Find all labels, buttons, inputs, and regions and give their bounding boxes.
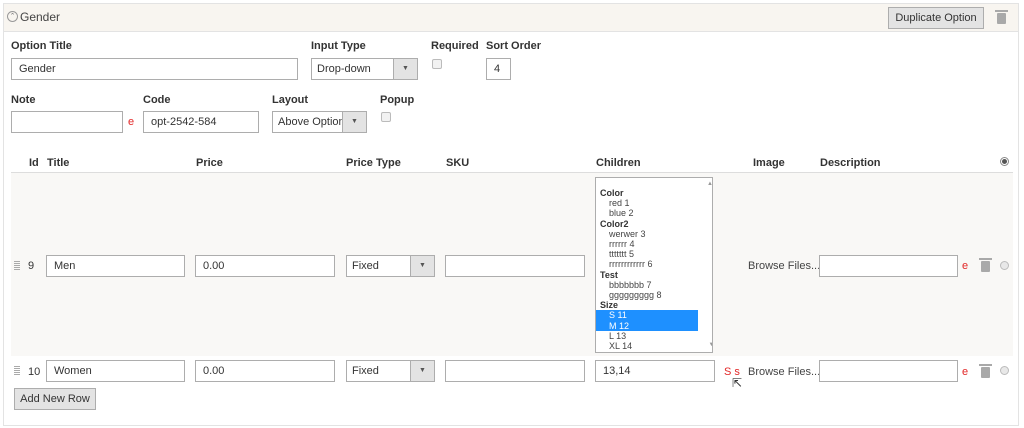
option-title-input[interactable]: Gender [11,58,298,80]
default-radio-header[interactable] [1000,157,1009,166]
code-input[interactable]: opt-2542-584 [143,111,259,133]
col-children: Children [596,157,641,169]
col-title: Title [47,157,70,169]
sort-order-input[interactable]: 4 [486,58,511,80]
group-color: Color [600,188,624,198]
delete-option-icon[interactable] [995,10,1008,24]
price-type-value: Fixed [352,365,379,377]
col-id: Id [29,157,39,169]
input-type-value: Drop-down [317,63,371,75]
child-option[interactable]: rrrrrrrrrrrr 6 [596,259,712,269]
child-option[interactable]: blue 2 [596,208,712,218]
row-sku-input[interactable] [445,255,585,277]
popup-checkbox[interactable] [381,112,391,122]
row-title-input[interactable]: Men [46,255,185,277]
layout-label: Layout [272,94,309,106]
row-price-input[interactable]: 0.00 [195,255,335,277]
child-option[interactable]: L 13 [596,331,712,341]
default-radio[interactable] [1000,261,1009,270]
group-size: Size [600,300,619,311]
required-checkbox[interactable] [432,59,442,69]
row-children-input[interactable]: 13,14 [595,360,715,382]
input-type-select[interactable]: Drop-down ▼ [311,58,418,80]
child-option-selected[interactable]: M 12 [596,320,698,331]
child-option[interactable]: rrrrrr 4 [596,239,712,249]
note-editor-link[interactable]: e [128,116,134,128]
option-title-label: Option Title [11,40,72,52]
listbox-scrollbar[interactable]: ▲▼ [699,178,712,352]
delete-row-icon[interactable] [979,258,992,272]
col-price-type: Price Type [346,157,401,169]
drag-handle-icon[interactable] [14,366,20,375]
layout-select[interactable]: Above Option ▼ [272,111,367,133]
chevron-down-icon: ▼ [342,112,366,132]
required-label: Required [431,40,479,52]
chevron-down-icon: ▼ [410,361,434,381]
note-label: Note [11,94,36,106]
collapse-icon[interactable]: ⌃ [7,11,18,22]
row-id: 9 [28,260,35,272]
row-price-type-select[interactable]: Fixed ▼ [346,360,435,382]
default-radio[interactable] [1000,366,1009,375]
drag-handle-icon[interactable] [14,261,20,270]
code-label: Code [143,94,171,106]
popup-label: Popup [380,94,415,106]
row-title-input[interactable]: Women [46,360,185,382]
col-sku: SKU [446,157,470,169]
option-header [4,4,1018,32]
browse-files-link[interactable]: Browse Files... [748,366,820,378]
child-option-selected[interactable]: S 11 [596,310,698,321]
col-image: Image [753,157,785,169]
mouse-cursor-icon: ⇱ [732,376,743,390]
add-new-row-button[interactable]: Add New Row [14,388,96,410]
child-option[interactable]: ggggggggg 8 [596,290,712,300]
col-price: Price [196,157,223,169]
chevron-down-icon: ▼ [393,59,417,79]
description-editor-link[interactable]: e [962,260,968,272]
duplicate-option-button[interactable]: Duplicate Option [888,7,984,29]
child-option[interactable]: XL 14 [596,341,712,351]
child-option[interactable]: werwer 3 [596,229,712,239]
group-color2: Color2 [600,218,629,229]
children-multiselect[interactable]: Color red 1 blue 2 Color2 werwer 3 rrrrr… [595,177,713,353]
row-price-type-select[interactable]: Fixed ▼ [346,255,435,277]
layout-value: Above Option [278,116,345,128]
col-description: Description [820,157,881,169]
child-option[interactable]: ttttttt 5 [596,249,712,259]
child-option[interactable]: red 1 [596,198,712,208]
note-input[interactable] [11,111,123,133]
option-header-title[interactable]: Gender [20,10,60,24]
row-id: 10 [28,366,41,378]
row-description-input[interactable] [819,360,958,382]
row-description-input[interactable] [819,255,958,277]
row-price-input[interactable]: 0.00 [195,360,335,382]
row-sku-input[interactable] [445,360,585,382]
group-test: Test [600,269,618,280]
chevron-down-icon: ▼ [410,256,434,276]
delete-row-icon[interactable] [979,364,992,378]
description-editor-link[interactable]: e [962,366,968,378]
input-type-label: Input Type [311,40,366,52]
sort-order-label: Sort Order [486,40,542,52]
child-option[interactable]: bbbbbbb 7 [596,280,712,290]
browse-files-link[interactable]: Browse Files... [748,260,820,272]
price-type-value: Fixed [352,260,379,272]
